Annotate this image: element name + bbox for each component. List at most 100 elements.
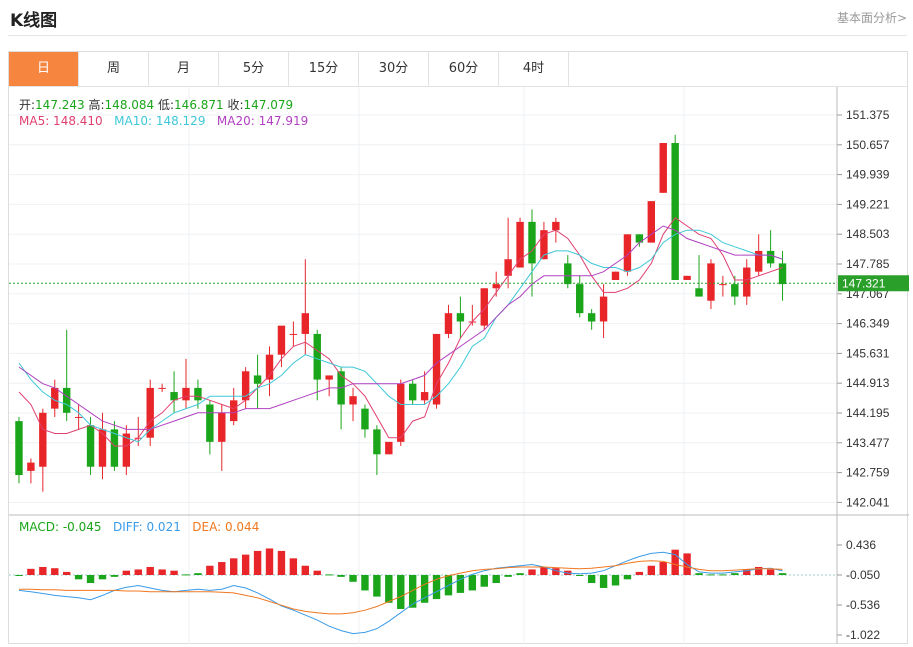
candle-body — [480, 288, 488, 326]
macd-bar — [146, 566, 154, 575]
macd-bar — [695, 573, 703, 575]
price-tick-label: 148.503 — [846, 227, 890, 241]
candle-body — [110, 429, 119, 467]
macd-bar — [170, 570, 178, 575]
chart-container[interactable]: 151.375 150.657 149.939 149.221 148.503 147.7… — [8, 87, 909, 644]
tab-5min[interactable]: 5分 — [219, 52, 289, 86]
candle-body — [528, 221, 536, 264]
candle-body — [74, 416, 83, 418]
macd-bar — [587, 575, 596, 584]
current-price-label: 147.321 — [842, 276, 886, 290]
candle-body — [206, 404, 214, 442]
tab-60min[interactable]: 60分 — [429, 52, 499, 86]
candle-body — [86, 425, 95, 467]
ma10-value: MA10: 148.129 — [114, 114, 206, 128]
macd-bar — [766, 569, 775, 575]
candle-body — [62, 387, 71, 413]
macd-bar — [182, 574, 190, 576]
price-tick-label: 144.195 — [846, 406, 890, 420]
macd-bar — [731, 573, 739, 575]
candle-body — [492, 284, 500, 289]
candle-body — [731, 284, 739, 297]
macd-bar — [253, 550, 262, 575]
candle-body — [277, 325, 286, 355]
candle-body — [420, 392, 429, 401]
candle-body — [456, 313, 465, 322]
macd-bar — [528, 569, 536, 575]
candle-body — [313, 333, 321, 380]
diff-value: DIFF: 0.021 — [112, 520, 181, 534]
macd-bar — [778, 573, 787, 575]
macd-bar — [206, 565, 214, 575]
candle-body — [27, 462, 35, 471]
macd-tick-label: 0.436 — [846, 538, 876, 552]
candle-body — [659, 143, 667, 193]
macd-bar — [361, 575, 369, 591]
candle-body — [671, 143, 679, 280]
macd-bar — [647, 565, 655, 575]
macd-bar — [98, 575, 107, 580]
candle-body — [587, 313, 596, 322]
macd-bar — [110, 575, 119, 577]
macd-bar — [277, 550, 286, 575]
price-tick-label: 150.657 — [846, 138, 890, 152]
candle-body — [683, 275, 691, 280]
macd-bar — [241, 554, 250, 575]
macd-bar — [707, 574, 715, 576]
macd-bar — [337, 575, 345, 577]
period-tabs: 日 周 月 5分 15分 30分 60分 4时 — [8, 51, 908, 87]
macd-bar — [397, 575, 405, 609]
macd-tick-label: -1.022 — [846, 628, 880, 642]
macd-bar — [39, 566, 47, 575]
fundamental-analysis-link[interactable]: 基本面分析> — [837, 9, 907, 26]
macd-bar — [86, 575, 95, 584]
high-value: 148.084 — [104, 98, 155, 112]
header-divider — [8, 35, 907, 36]
macd-bar — [516, 573, 524, 575]
price-tick-label: 142.041 — [846, 495, 890, 509]
candle-body — [552, 221, 560, 231]
open-label: 开: — [19, 98, 36, 112]
macd-bar — [373, 575, 381, 597]
candle-body — [158, 387, 166, 389]
price-tick-label: 145.631 — [846, 346, 890, 360]
tab-15min[interactable]: 15分 — [289, 52, 359, 86]
tab-month[interactable]: 月 — [149, 52, 219, 86]
candle-body — [253, 375, 262, 384]
high-label: 高: — [88, 98, 105, 112]
macd-tick-label: -0.050 — [846, 568, 880, 582]
candle-body — [182, 387, 190, 401]
ma5-value: MA5: 148.410 — [19, 114, 103, 128]
price-tick-label: 143.477 — [846, 436, 890, 450]
macd-bar — [325, 574, 333, 576]
kline-chart[interactable]: 151.375 150.657 149.939 149.221 148.503 147.7… — [9, 87, 909, 644]
dea-value: DEA: 0.044 — [192, 520, 260, 534]
macd-bar — [576, 575, 584, 576]
candle-body — [98, 429, 107, 467]
macd-bar — [301, 565, 310, 575]
price-tick-label: 147.785 — [846, 257, 890, 271]
candle-body — [564, 263, 572, 285]
candle-body — [766, 250, 775, 264]
candle-body — [194, 387, 202, 401]
macd-bar — [480, 575, 488, 587]
tab-week[interactable]: 周 — [79, 52, 149, 86]
candle-body — [408, 383, 417, 401]
macd-bar — [719, 574, 727, 576]
tab-30min[interactable]: 30分 — [359, 52, 429, 86]
candle-body — [15, 421, 23, 476]
low-label: 低: — [158, 98, 175, 112]
macd-bar — [74, 575, 83, 580]
page-title: K线图 — [10, 11, 58, 31]
macd-bar — [230, 558, 238, 575]
tab-day[interactable]: 日 — [9, 52, 79, 86]
candle-body — [349, 396, 357, 405]
price-tick-label: 142.759 — [846, 466, 890, 480]
macd-bar — [313, 570, 321, 575]
tab-4hour[interactable]: 4时 — [499, 52, 569, 86]
macd-tick-label: -0.536 — [846, 598, 880, 612]
candle-body — [695, 288, 703, 297]
macd-bar — [468, 575, 477, 591]
close-label: 收: — [227, 98, 244, 112]
macd-bar — [671, 549, 679, 575]
